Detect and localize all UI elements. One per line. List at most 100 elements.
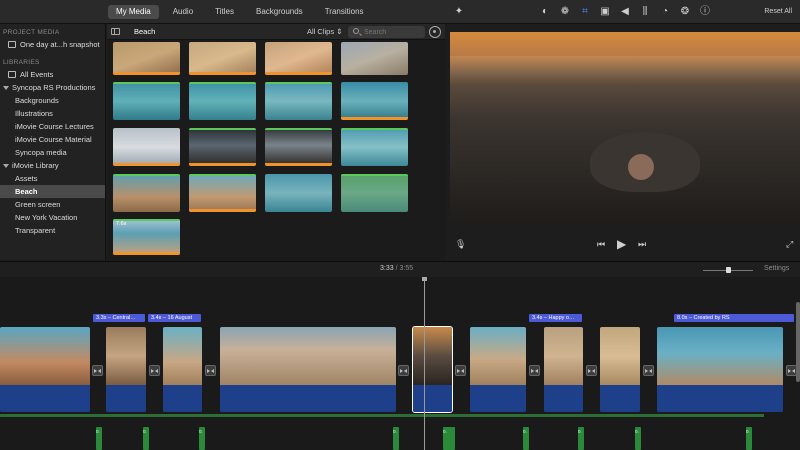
- tab-my-media[interactable]: My Media: [108, 5, 159, 19]
- transition-icon[interactable]: [586, 365, 597, 376]
- timeline-clip[interactable]: [544, 327, 583, 412]
- transition-icon[interactable]: [92, 365, 103, 376]
- transition-icon[interactable]: [529, 365, 540, 376]
- skip-back-icon[interactable]: ⏮: [597, 237, 605, 251]
- music-clip[interactable]: 0.: [746, 427, 752, 450]
- music-clip[interactable]: 0.: [199, 427, 205, 450]
- title-clip[interactable]: 3.4s – Happy o…: [529, 314, 582, 322]
- clip-thumbnail[interactable]: [341, 82, 408, 120]
- disclosure-triangle-icon[interactable]: [3, 86, 9, 90]
- music-clip[interactable]: 0.: [523, 427, 529, 450]
- timeline-clip[interactable]: [106, 327, 146, 412]
- clip-thumbnail[interactable]: [113, 174, 180, 212]
- sidebar-item-green-screen[interactable]: Green screen: [0, 198, 105, 211]
- playback-controls: 🎙 ⏮ ▶ ⏭ ⤢: [446, 237, 800, 251]
- title-clip[interactable]: 3.3s – Central…: [93, 314, 145, 322]
- clip-thumbnail[interactable]: [265, 82, 332, 120]
- fullscreen-icon[interactable]: ⤢: [786, 237, 793, 251]
- sidebar-item-assets[interactable]: Assets: [0, 172, 105, 185]
- clip-thumbnail[interactable]: [341, 42, 408, 75]
- search-input[interactable]: [364, 27, 422, 37]
- clip-thumbnail[interactable]: [189, 174, 256, 212]
- filter-icon[interactable]: ❂: [678, 5, 692, 19]
- music-clip[interactable]: 0.: [393, 427, 399, 450]
- music-clip[interactable]: 0.: [635, 427, 641, 450]
- timeline-scrollbar[interactable]: [796, 302, 800, 382]
- skip-forward-icon[interactable]: ⏭: [638, 237, 646, 251]
- reset-all-button[interactable]: Reset All: [764, 5, 792, 19]
- title-clip[interactable]: 3.4s – 16 August: [148, 314, 201, 322]
- play-icon[interactable]: ▶: [617, 237, 626, 251]
- clip-thumbnail[interactable]: [113, 128, 180, 166]
- sidebar-item-backgrounds[interactable]: Backgrounds: [0, 94, 105, 107]
- title-clip[interactable]: 8.0s – Created by RS: [674, 314, 794, 322]
- equalizer-icon[interactable]: ⫼: [638, 5, 652, 19]
- microphone-icon[interactable]: 🎙: [455, 237, 466, 251]
- clip-thumbnail[interactable]: [341, 174, 408, 212]
- gear-icon[interactable]: [429, 26, 441, 38]
- tab-titles[interactable]: Titles: [207, 5, 242, 19]
- sidebar-item-beach[interactable]: Beach: [0, 185, 105, 198]
- timeline-settings-button[interactable]: Settings: [764, 265, 789, 272]
- sidebar-item-syncopa-rs[interactable]: Syncopa RS Productions: [0, 81, 105, 94]
- disclosure-triangle-icon[interactable]: [3, 164, 9, 168]
- timeline-clip[interactable]: [0, 327, 90, 412]
- sidebar-toggle-icon[interactable]: [111, 28, 120, 35]
- clip-thumbnail[interactable]: [113, 82, 180, 120]
- magic-wand-icon[interactable]: ✦: [452, 5, 466, 19]
- volume-icon[interactable]: ◀: [618, 5, 632, 19]
- clip-thumbnail[interactable]: [341, 128, 408, 166]
- transition-icon[interactable]: [205, 365, 216, 376]
- clip-thumbnail[interactable]: [189, 42, 256, 75]
- tab-audio[interactable]: Audio: [165, 5, 201, 19]
- color-balance-icon[interactable]: ◐: [538, 5, 552, 19]
- project-media-header: PROJECT MEDIA: [3, 29, 60, 36]
- music-clip[interactable]: 0.: [143, 427, 149, 450]
- playhead[interactable]: [422, 277, 427, 450]
- timeline-clip[interactable]: [163, 327, 202, 412]
- color-palette-icon[interactable]: ❁: [558, 5, 572, 19]
- clip-filter-select[interactable]: All Clips ⇕: [307, 27, 342, 36]
- sidebar-item-new-york-vacation[interactable]: New York Vacation: [0, 211, 105, 224]
- info-icon[interactable]: ⓘ: [698, 5, 712, 19]
- video-preview[interactable]: [450, 32, 800, 222]
- timeline-clip-selected[interactable]: [412, 326, 453, 413]
- timeline-clip[interactable]: [657, 327, 783, 412]
- transition-icon[interactable]: [149, 365, 160, 376]
- music-clip[interactable]: 0.: [578, 427, 584, 450]
- sidebar-item-all-events[interactable]: All Events: [0, 68, 105, 81]
- sidebar-item-illustrations[interactable]: Illustrations: [0, 107, 105, 120]
- transition-icon[interactable]: [643, 365, 654, 376]
- clip-thumbnail[interactable]: [265, 128, 332, 166]
- sidebar-item-imovie-library[interactable]: iMovie Library: [0, 159, 105, 172]
- transition-icon[interactable]: [455, 365, 466, 376]
- zoom-slider[interactable]: [703, 267, 753, 273]
- speed-icon[interactable]: ◔: [658, 5, 672, 19]
- sidebar-item-course-material[interactable]: iMovie Course Material: [0, 133, 105, 146]
- clip-thumbnail[interactable]: [265, 174, 332, 212]
- tab-backgrounds[interactable]: Backgrounds: [248, 5, 311, 19]
- clip-thumbnail[interactable]: [189, 82, 256, 120]
- clip-thumbnail[interactable]: [113, 42, 180, 75]
- background-audio-track[interactable]: [0, 414, 764, 417]
- zoom-slider-knob[interactable]: [726, 267, 731, 273]
- clip-thumbnail[interactable]: 7.6s: [113, 219, 180, 255]
- timeline-clip[interactable]: [600, 327, 640, 412]
- music-clip[interactable]: 0.: [443, 427, 455, 450]
- timeline-clip[interactable]: [220, 327, 396, 412]
- sidebar-item-project[interactable]: One day at...h snapshot: [0, 38, 105, 51]
- timeline-clip[interactable]: [470, 327, 526, 412]
- clip-thumbnail[interactable]: [265, 42, 332, 75]
- music-clip[interactable]: 0.: [96, 427, 102, 450]
- top-bar: My Media Audio Titles Backgrounds Transi…: [0, 0, 800, 24]
- transition-icon[interactable]: [398, 365, 409, 376]
- search-field[interactable]: [348, 26, 425, 38]
- viewer: 🎙 ⏮ ▶ ⏭ ⤢: [446, 24, 800, 260]
- tab-transitions[interactable]: Transitions: [317, 5, 372, 19]
- crop-icon[interactable]: ⌗: [578, 5, 592, 19]
- stabilization-icon[interactable]: ▣: [598, 5, 612, 19]
- sidebar-item-course-lectures[interactable]: iMovie Course Lectures: [0, 120, 105, 133]
- sidebar-item-transparent[interactable]: Transparent: [0, 224, 105, 237]
- clip-thumbnail[interactable]: [189, 128, 256, 166]
- sidebar-item-syncopa-media[interactable]: Syncopa media: [0, 146, 105, 159]
